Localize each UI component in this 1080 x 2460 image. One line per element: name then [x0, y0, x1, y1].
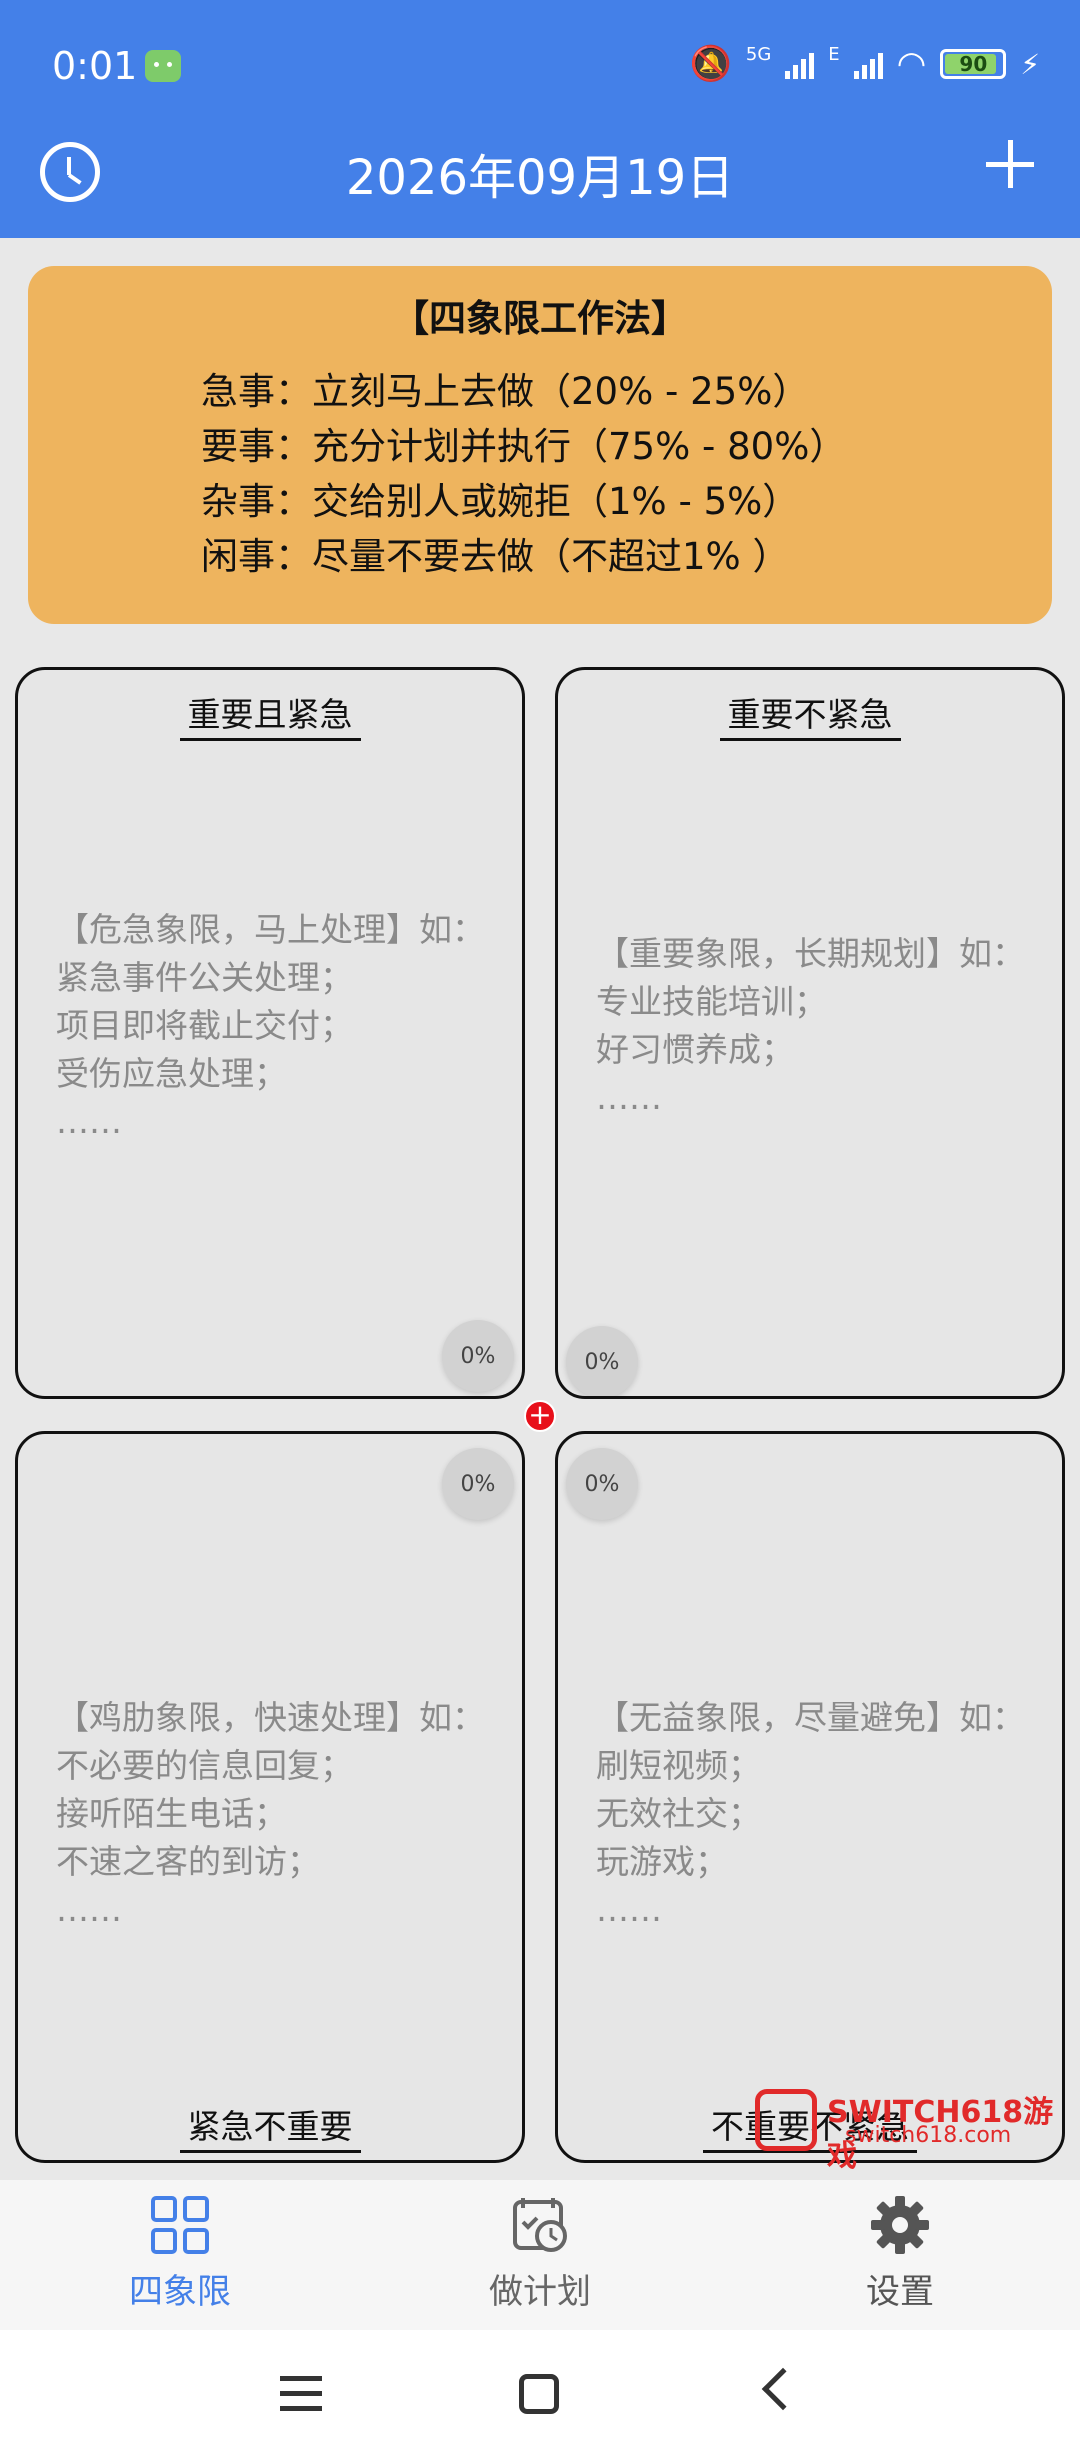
back-icon[interactable]: [761, 2367, 805, 2411]
android-icon: [145, 50, 181, 82]
battery-level: 90: [959, 52, 988, 76]
hint-line: 【鸡肋象限，快速处理】如：: [56, 1698, 485, 1737]
grid-icon: [149, 2194, 211, 2256]
status-bar: 0:01 🔕 5G E ◠ 90 ⚡: [0, 0, 1080, 134]
hint-line: ……: [596, 1078, 662, 1117]
center-add-button[interactable]: +: [524, 1400, 556, 1432]
watermark: SWITCH618游戏 switch618.com: [755, 2087, 1055, 2174]
quadrant-hint: 【无益象限，尽量避免】如： 刷短视频； 无效社交； 玩游戏； ……: [596, 1694, 1025, 1934]
method-list: 急事：立刻马上去做（20% - 25%） 要事：充分计划并执行（75% - 80…: [201, 364, 1052, 584]
hint-line: ……: [596, 1890, 662, 1929]
gear-icon: [869, 2194, 931, 2256]
status-time: 0:01: [52, 44, 138, 88]
system-nav-bar: [0, 2330, 1080, 2460]
network-label: 5G: [745, 44, 772, 65]
progress-badge[interactable]: 0%: [442, 1320, 514, 1392]
method-line: 闲事：尽量不要去做（不超过1% ）: [201, 535, 790, 578]
hint-line: 刷短视频；: [596, 1746, 761, 1785]
nav-label: 四象限: [129, 2272, 231, 2312]
quadrant-hint: 【危急象限，马上处理】如： 紧急事件公关处理； 项目即将截止交付； 受伤应急处理…: [56, 906, 485, 1146]
quadrant-hint: 【重要象限，长期规划】如： 专业技能培训； 好习惯养成； ……: [596, 930, 1025, 1122]
method-line: 杂事：交给别人或婉拒（1% - 5%）: [201, 480, 800, 523]
quadrant-title: 重要且紧急: [179, 695, 361, 741]
battery-icon: 90: [940, 49, 1007, 79]
watermark-url: switch618.com: [845, 2123, 1012, 2148]
quadrant-title: 紧急不重要: [179, 2107, 361, 2153]
wifi-icon: ◠: [896, 44, 927, 84]
hint-line: 【无益象限，尽量避免】如：: [596, 1698, 1025, 1737]
quadrant-not-important-not-urgent[interactable]: 0% 【无益象限，尽量避免】如： 刷短视频； 无效社交； 玩游戏； …… 不重要…: [555, 1431, 1065, 2163]
nav-item-quadrants[interactable]: 四象限: [80, 2194, 280, 2313]
quadrant-important-not-urgent[interactable]: 重要不紧急 【重要象限，长期规划】如： 专业技能培训； 好习惯养成； …… 0%: [555, 667, 1065, 1399]
hint-line: 不速之客的到访；: [56, 1842, 320, 1881]
calendar-clock-icon: [509, 2194, 571, 2256]
hint-line: 无效社交；: [596, 1794, 761, 1833]
hint-line: 接听陌生电话；: [56, 1794, 287, 1833]
hint-line: 专业技能培训；: [596, 982, 827, 1021]
method-card: 【四象限工作法】 急事：立刻马上去做（20% - 25%） 要事：充分计划并执行…: [28, 266, 1052, 624]
hint-line: 紧急事件公关处理；: [56, 958, 353, 997]
nav-item-plan[interactable]: 做计划: [440, 2194, 640, 2313]
nav-label: 做计划: [489, 2272, 591, 2312]
home-icon[interactable]: [519, 2374, 559, 2414]
hint-line: 不必要的信息回复；: [56, 1746, 353, 1785]
method-card-title: 【四象限工作法】: [392, 297, 688, 340]
progress-badge[interactable]: 0%: [442, 1448, 514, 1520]
hint-line: 【危急象限，马上处理】如：: [56, 910, 485, 949]
progress-badge[interactable]: 0%: [566, 1448, 638, 1520]
hint-line: 项目即将截止交付；: [56, 1006, 353, 1045]
date-title: 2026年09月19日: [345, 150, 735, 206]
menu-icon[interactable]: [280, 2376, 322, 2412]
watermark-logo-icon: [755, 2089, 817, 2151]
quadrant-hint: 【鸡肋象限，快速处理】如： 不必要的信息回复； 接听陌生电话； 不速之客的到访；…: [56, 1694, 485, 1934]
add-task-button[interactable]: [980, 134, 1040, 194]
hint-line: ……: [56, 1890, 122, 1929]
hint-line: ……: [56, 1102, 122, 1141]
hint-line: 好习惯养成；: [596, 1030, 794, 1069]
network-label-2: E: [828, 44, 840, 65]
method-line: 要事：充分计划并执行（75% - 80%）: [201, 425, 847, 468]
quadrant-important-urgent[interactable]: 重要且紧急 【危急象限，马上处理】如： 紧急事件公关处理； 项目即将截止交付； …: [15, 667, 525, 1399]
charging-icon: ⚡: [1020, 47, 1040, 81]
bottom-nav: 四象限 做计划 设置: [0, 2180, 1080, 2330]
hint-line: 玩游戏；: [596, 1842, 728, 1881]
nav-label: 设置: [866, 2272, 934, 2312]
progress-badge[interactable]: 0%: [566, 1326, 638, 1396]
quadrant-title: 重要不紧急: [719, 695, 901, 741]
app-bar: 2026年09月19日: [0, 134, 1080, 238]
hint-line: 受伤应急处理；: [56, 1054, 287, 1093]
quadrant-urgent-not-important[interactable]: 0% 【鸡肋象限，快速处理】如： 不必要的信息回复； 接听陌生电话； 不速之客的…: [15, 1431, 525, 2163]
signal-icon: [785, 49, 815, 79]
mute-bell-icon: 🔕: [689, 44, 732, 84]
nav-item-settings[interactable]: 设置: [800, 2194, 1000, 2313]
signal-icon-2: [853, 49, 883, 79]
method-line: 急事：立刻马上去做（20% - 25%）: [201, 370, 810, 413]
hint-line: 【重要象限，长期规划】如：: [596, 934, 1025, 973]
status-icons: 🔕 5G E ◠ 90 ⚡: [690, 44, 1040, 84]
